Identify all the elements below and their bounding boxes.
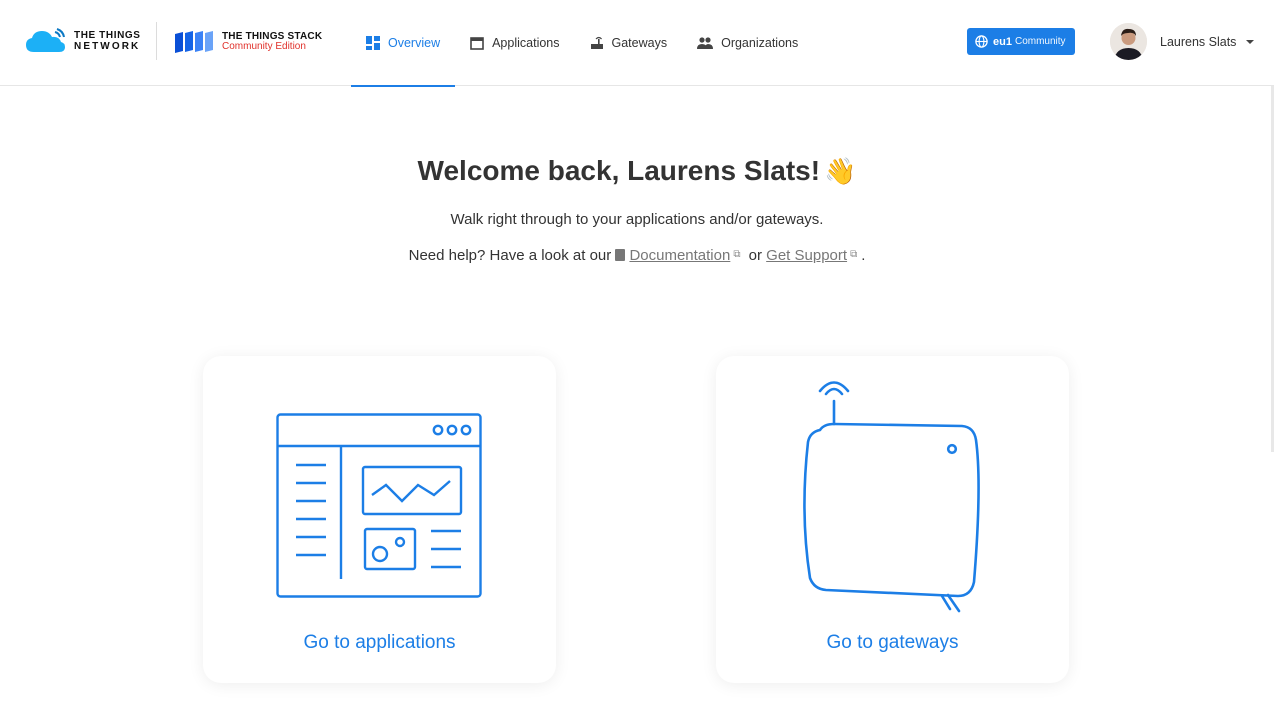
cluster-region: eu1 xyxy=(993,35,1012,48)
nav-applications[interactable]: Applications xyxy=(455,0,574,86)
gateway-illustration xyxy=(803,381,980,613)
user-menu[interactable]: Laurens Slats xyxy=(1110,23,1255,60)
cluster-label: Community xyxy=(1014,36,1066,47)
nav-overview-label: Overview xyxy=(388,36,441,50)
help-or: or xyxy=(748,247,762,264)
avatar xyxy=(1110,23,1147,60)
waving-hand-icon: 👋 xyxy=(824,156,857,186)
help-prefix: Need help? Have a look at our xyxy=(408,247,612,264)
nav-applications-label: Applications xyxy=(492,36,560,50)
help-suffix: . xyxy=(861,247,866,264)
stack-logo-icon xyxy=(175,31,213,53)
router-icon xyxy=(590,36,603,49)
nav-gateways[interactable]: Gateways xyxy=(575,0,683,86)
help-line: Need help? Have a look at our Documentat… xyxy=(0,247,1274,264)
cluster-badge[interactable]: eu1 Community xyxy=(967,28,1075,55)
tts-logo-text: THE THINGS STACK Community Edition xyxy=(222,32,322,52)
application-illustration xyxy=(276,413,482,598)
nav-overview[interactable]: Overview xyxy=(351,0,456,87)
top-header: THE THINGS NETWORK THE THINGS STACK Comm… xyxy=(0,0,1274,87)
ttn-logo-line2: NETWORK xyxy=(74,41,141,52)
dashboard-icon xyxy=(366,36,380,50)
external-link-icon: ⧉ xyxy=(850,249,858,260)
chevron-down-icon xyxy=(1246,39,1255,44)
ttn-logo[interactable]: THE THINGS NETWORK xyxy=(24,28,141,54)
people-icon xyxy=(697,37,714,49)
external-link-icon: ⧉ xyxy=(733,249,741,260)
applications-card[interactable]: Go to applications xyxy=(203,356,556,683)
user-name: Laurens Slats xyxy=(1160,34,1237,49)
gateways-card[interactable]: Go to gateways xyxy=(716,356,1069,683)
nav-gateways-label: Gateways xyxy=(611,36,668,50)
book-icon xyxy=(615,249,626,261)
subtitle: Walk right through to your applications … xyxy=(450,211,824,228)
welcome-text: Welcome back, Laurens Slats! xyxy=(417,155,821,186)
page-title: Welcome back, Laurens Slats! 👋 xyxy=(0,155,1274,187)
ttn-logo-line1: THE THINGS xyxy=(74,30,141,41)
window-icon xyxy=(470,36,484,50)
globe-icon xyxy=(975,35,988,48)
documentation-link[interactable]: Documentation xyxy=(629,247,730,264)
nav-organizations-label: Organizations xyxy=(721,36,799,50)
gateways-card-label: Go to gateways xyxy=(826,632,959,653)
ttn-logo-text: THE THINGS NETWORK xyxy=(74,30,141,52)
applications-card-label: Go to applications xyxy=(303,632,456,653)
cloud-logo-icon xyxy=(26,28,65,52)
nav-organizations[interactable]: Organizations xyxy=(682,0,813,86)
brand-divider xyxy=(156,22,157,60)
tts-logo-line2: Community Edition xyxy=(222,41,306,52)
main-nav: Overview Applications Gateways Organizat… xyxy=(351,0,813,87)
support-link[interactable]: Get Support xyxy=(766,247,847,264)
tts-logo[interactable]: THE THINGS STACK Community Edition xyxy=(174,30,322,54)
